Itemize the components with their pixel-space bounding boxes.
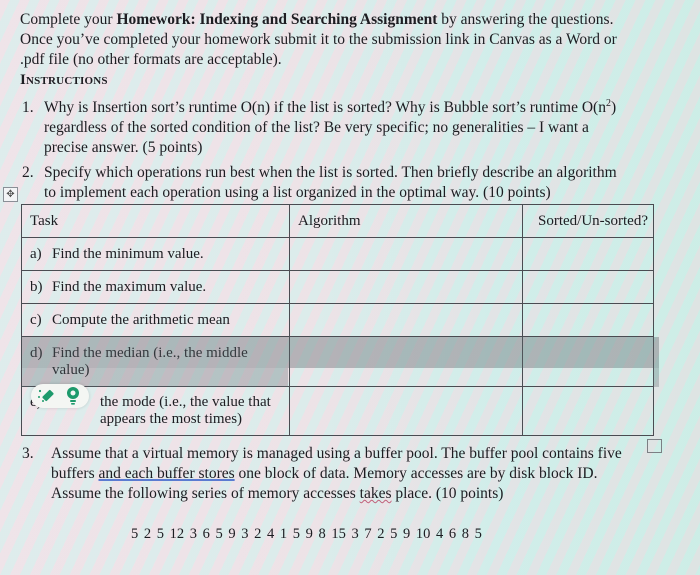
task-cell[interactable]: b) Find the maximum value. <box>21 270 290 304</box>
sorted-cell[interactable] <box>522 386 654 436</box>
table-row: b) Find the maximum value. <box>21 270 654 304</box>
resize-handle-icon[interactable] <box>647 439 662 453</box>
question-2-line-1: Specify which operations run best when t… <box>44 164 617 181</box>
question-1-line-3: precise answer. (5 points) <box>44 139 203 156</box>
header-algorithm: Algorithm <box>289 204 523 238</box>
table-row: e)the mode (i.e., the value that appears… <box>21 386 654 436</box>
header-task: Task <box>21 204 290 238</box>
spelling-suggestion[interactable]: takes <box>360 485 392 502</box>
question-3-line-1: Assume that a virtual memory is managed … <box>51 445 622 462</box>
algorithm-cell[interactable] <box>289 237 523 271</box>
table-header-row: Task Algorithm Sorted/Un-sorted? <box>21 204 654 238</box>
pen-sparkle-icon[interactable] <box>37 387 57 405</box>
algorithm-cell[interactable] <box>289 386 523 436</box>
question-number: 1. <box>22 99 34 116</box>
question-2-line-2: to implement each operation using a list… <box>44 184 551 201</box>
move-arrows-icon[interactable]: ✥ <box>3 187 18 202</box>
grammar-suggestion[interactable]: and each buffer stores <box>99 465 235 482</box>
table-row: c) Compute the arithmetic mean <box>21 303 654 337</box>
assignment-title: Homework: Indexing and Searching Assignm… <box>116 11 438 28</box>
lightbulb-icon[interactable] <box>65 386 81 406</box>
question-number: 3. <box>22 445 34 462</box>
intro-line-2: Once you’ve completed your homework subm… <box>20 31 617 48</box>
question-1-line-2: regardless of the sorted condition of th… <box>44 119 589 136</box>
table-row: d) Find the median (i.e., the middle valu… <box>21 336 654 387</box>
algorithm-cell[interactable] <box>289 303 523 337</box>
question-3-line-3: Assume the following series of memory ac… <box>51 485 504 502</box>
instructions-heading: Instructions <box>20 72 108 88</box>
sorted-cell[interactable] <box>522 237 654 271</box>
task-table: Task Algorithm Sorted/Un-sorted? a) Find … <box>21 204 654 436</box>
intro-paragraph: Complete your Homework: Indexing and Sea… <box>20 10 617 70</box>
sorted-cell[interactable] <box>522 336 654 387</box>
question-number: 2. <box>22 164 34 181</box>
sorted-cell[interactable] <box>522 303 654 337</box>
header-sorted: Sorted/Un-sorted? <box>522 204 654 238</box>
task-cell[interactable]: c) Compute the arithmetic mean <box>21 303 290 337</box>
intro-line-1: Complete your Homework: Indexing and Sea… <box>20 11 614 28</box>
algorithm-cell[interactable] <box>289 270 523 304</box>
algorithm-cell[interactable] <box>289 336 523 387</box>
task-cell[interactable]: a) Find the minimum value. <box>21 237 290 271</box>
intro-line-3: .pdf file (no other formats are acceptab… <box>20 51 282 68</box>
question-1-line-1: Why is Insertion sort’s runtime O(n) if … <box>44 97 617 116</box>
sorted-cell[interactable] <box>522 270 654 304</box>
table-row: a) Find the minimum value. <box>21 237 654 271</box>
memory-access-sequence: 5 2 5 12 3 6 5 9 3 2 4 1 5 9 8 15 3 7 2 … <box>131 526 482 542</box>
question-3-line-2: buffers and each buffer stores one block… <box>51 465 598 482</box>
floating-overlay-toolbar <box>31 384 89 408</box>
task-cell[interactable]: d) Find the median (i.e., the middle valu… <box>21 336 290 387</box>
